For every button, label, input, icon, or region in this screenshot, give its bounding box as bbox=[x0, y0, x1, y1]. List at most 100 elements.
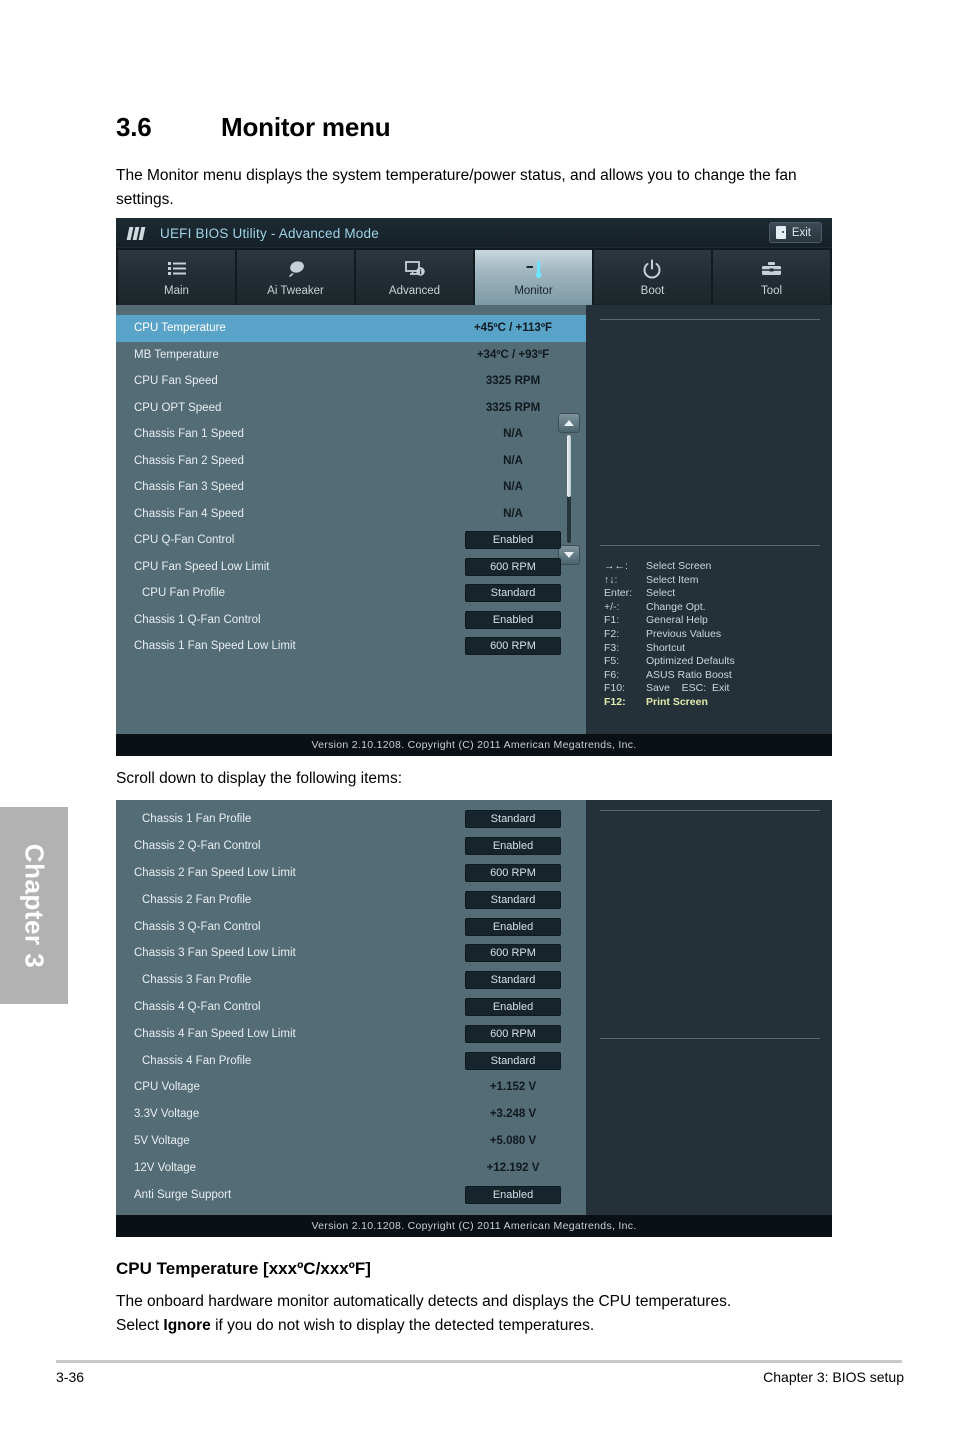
hotkey-key: →←: bbox=[604, 560, 628, 572]
hotkey-description: Previous Values bbox=[646, 627, 722, 640]
settings-value-wrap: N/A bbox=[454, 508, 572, 520]
hotkey-description: Shortcut bbox=[646, 641, 686, 654]
settings-row-label: CPU Voltage bbox=[134, 1081, 200, 1094]
chapter-side-tab: Chapter 3 bbox=[0, 807, 68, 1004]
settings-row[interactable]: CPU Temperature +45ºC / +113ºF bbox=[116, 315, 586, 342]
settings-row[interactable]: Chassis 4 Fan Profile Standard bbox=[116, 1047, 586, 1074]
settings-row-value: N/A bbox=[503, 481, 523, 494]
settings-row-label: Chassis 1 Q-Fan Control bbox=[134, 613, 261, 626]
settings-value-button[interactable]: 600 RPM bbox=[465, 1024, 561, 1043]
nav-tab-label: Monitor bbox=[514, 285, 553, 297]
settings-row[interactable]: Chassis 1 Fan Speed Low Limit 600 RPM bbox=[116, 633, 586, 660]
settings-row[interactable]: Chassis Fan 3 Speed N/A bbox=[116, 474, 586, 501]
hotkey-key: ↑↓: bbox=[604, 573, 618, 586]
monitor-settings-list-continued: Chassis 1 Fan Profile Standard Chassis 2 Q… bbox=[116, 800, 586, 1215]
body-line-2-bold: Ignore bbox=[163, 1317, 211, 1334]
settings-row[interactable]: Chassis 2 Fan Profile Standard bbox=[116, 886, 586, 913]
hotkey-key: F3: bbox=[604, 641, 620, 654]
hotkey-row: ↑↓: Select Item bbox=[604, 574, 735, 588]
settings-row[interactable]: Chassis Fan 1 Speed N/A bbox=[116, 421, 586, 448]
settings-row[interactable]: Chassis 1 Q-Fan Control Enabled bbox=[116, 607, 586, 634]
settings-row[interactable]: Chassis 3 Fan Profile Standard bbox=[116, 967, 586, 994]
exit-button-label: Exit bbox=[791, 226, 811, 239]
settings-row-value: N/A bbox=[503, 507, 523, 520]
settings-row[interactable]: CPU Fan Profile Standard bbox=[116, 580, 586, 607]
settings-row-label: Chassis 3 Fan Speed Low Limit bbox=[134, 947, 296, 960]
settings-row[interactable]: CPU Fan Speed Low Limit 600 RPM bbox=[116, 554, 586, 581]
settings-value-wrap: +12.192 V bbox=[454, 1162, 572, 1174]
settings-row[interactable]: Chassis 3 Q-Fan Control Enabled bbox=[116, 913, 586, 940]
body-line-2-post: if you do not wish to display the detect… bbox=[210, 1317, 595, 1334]
settings-value-button[interactable]: Enabled bbox=[465, 610, 561, 629]
settings-row-label: Anti Surge Support bbox=[134, 1188, 232, 1201]
settings-row[interactable]: Chassis Fan 2 Speed N/A bbox=[116, 448, 586, 475]
settings-row[interactable]: CPU Voltage +1.152 V bbox=[116, 1074, 586, 1101]
settings-row[interactable]: Chassis 3 Fan Speed Low Limit 600 RPM bbox=[116, 940, 586, 967]
nav-tab-ai-tweaker[interactable]: Ai Tweaker bbox=[237, 250, 354, 305]
chapter-side-tab-label: Chapter 3 bbox=[19, 843, 50, 968]
settings-value-button[interactable]: 600 RPM bbox=[465, 557, 561, 576]
settings-row[interactable]: Anti Surge Support Enabled bbox=[116, 1181, 586, 1208]
settings-row-label: Chassis 2 Fan Profile bbox=[142, 893, 252, 906]
settings-row-value: N/A bbox=[503, 454, 523, 467]
settings-value-button[interactable]: Standard bbox=[465, 971, 561, 990]
settings-value-button[interactable]: 600 RPM bbox=[465, 944, 561, 963]
hotkey-row: F5: Optimized Defaults bbox=[604, 655, 735, 669]
settings-value-wrap: N/A bbox=[454, 481, 572, 493]
page-title: 3.6 Monitor menu bbox=[116, 112, 391, 143]
hotkey-row: +/-: Change Opt. bbox=[604, 601, 735, 615]
settings-value-button[interactable]: Standard bbox=[465, 890, 561, 909]
bios-help-pane: →←: Select Screen ↑↓: Select Item Enter: Sele… bbox=[586, 305, 832, 734]
bios-content-area: CPU Temperature +45ºC / +113ºF MB Temperat… bbox=[116, 305, 832, 734]
settings-row[interactable]: Chassis 4 Fan Speed Low Limit 600 RPM bbox=[116, 1020, 586, 1047]
settings-row[interactable]: Chassis 2 Fan Speed Low Limit 600 RPM bbox=[116, 860, 586, 887]
hotkey-row: F1: General Help bbox=[604, 614, 735, 628]
settings-value-button[interactable]: Enabled bbox=[465, 531, 561, 550]
settings-row[interactable]: Chassis 1 Fan Profile Standard bbox=[116, 806, 586, 833]
settings-row-label: Chassis 4 Fan Speed Low Limit bbox=[134, 1027, 296, 1040]
exit-button[interactable]: Exit bbox=[768, 222, 822, 243]
settings-row[interactable]: Chassis Fan 4 Speed N/A bbox=[116, 501, 586, 528]
settings-row-label: Chassis 1 Fan Profile bbox=[142, 813, 252, 826]
settings-value-button[interactable]: Enabled bbox=[465, 837, 561, 856]
exit-door-icon bbox=[775, 226, 786, 239]
settings-row[interactable]: Chassis 4 Q-Fan Control Enabled bbox=[116, 994, 586, 1021]
settings-value-button[interactable]: Enabled bbox=[465, 997, 561, 1016]
toolbox-icon bbox=[760, 258, 784, 280]
settings-value-button[interactable]: Standard bbox=[465, 1051, 561, 1070]
settings-value-button[interactable]: 600 RPM bbox=[465, 637, 561, 656]
nav-tab-tool[interactable]: Tool bbox=[713, 250, 830, 305]
settings-row[interactable]: 3.3V Voltage +3.248 V bbox=[116, 1101, 586, 1128]
hotkey-description: Save ESC: Exit bbox=[646, 682, 730, 695]
scroll-note: Scroll down to display the following ite… bbox=[116, 770, 403, 787]
settings-value-button[interactable]: Enabled bbox=[465, 917, 561, 936]
settings-value-button[interactable]: Standard bbox=[465, 584, 561, 603]
nav-tab-boot[interactable]: Boot bbox=[594, 250, 711, 305]
hotkey-key: F6: bbox=[604, 668, 620, 681]
settings-row[interactable]: 5V Voltage +5.080 V bbox=[116, 1128, 586, 1155]
bios-nav-tabs: Main Ai Tweaker Advanced Monitor Boot Tool bbox=[116, 248, 832, 305]
subsection-body: The onboard hardware monitor automatical… bbox=[116, 1290, 836, 1338]
settings-row-label: Chassis Fan 2 Speed bbox=[134, 454, 244, 467]
settings-value-button[interactable]: Standard bbox=[465, 810, 561, 829]
nav-tab-main[interactable]: Main bbox=[118, 250, 235, 305]
settings-value-button[interactable]: 600 RPM bbox=[465, 863, 561, 882]
settings-row[interactable]: CPU OPT Speed 3325 RPM bbox=[116, 395, 586, 422]
settings-row-label: Chassis 4 Q-Fan Control bbox=[134, 1000, 261, 1013]
bios-version-footer: Version 2.10.1208. Copyright (C) 2011 Am… bbox=[116, 734, 832, 756]
settings-row[interactable]: 12V Voltage +12.192 V bbox=[116, 1154, 586, 1181]
settings-row[interactable]: CPU Q-Fan Control Enabled bbox=[116, 527, 586, 554]
settings-value-wrap: +5.080 V bbox=[454, 1135, 572, 1147]
settings-row-value: 3325 RPM bbox=[485, 375, 541, 388]
settings-row[interactable]: Chassis 2 Q-Fan Control Enabled bbox=[116, 833, 586, 860]
monitor-settings-list: CPU Temperature +45ºC / +113ºF MB Temperat… bbox=[116, 305, 586, 734]
settings-value-wrap: +3.248 V bbox=[454, 1108, 572, 1120]
settings-row[interactable]: CPU Fan Speed 3325 RPM bbox=[116, 368, 586, 395]
nav-tab-advanced[interactable]: Advanced bbox=[356, 250, 473, 305]
settings-row-label: Chassis 3 Q-Fan Control bbox=[134, 920, 261, 933]
hotkey-key: F12: bbox=[604, 695, 626, 708]
settings-row[interactable]: MB Temperature +34ºC / +93ºF bbox=[116, 342, 586, 369]
hotkey-row: F10: Save ESC: Exit bbox=[604, 682, 735, 696]
settings-value-button[interactable]: Enabled bbox=[465, 1185, 561, 1204]
nav-tab-monitor[interactable]: Monitor bbox=[475, 250, 592, 305]
